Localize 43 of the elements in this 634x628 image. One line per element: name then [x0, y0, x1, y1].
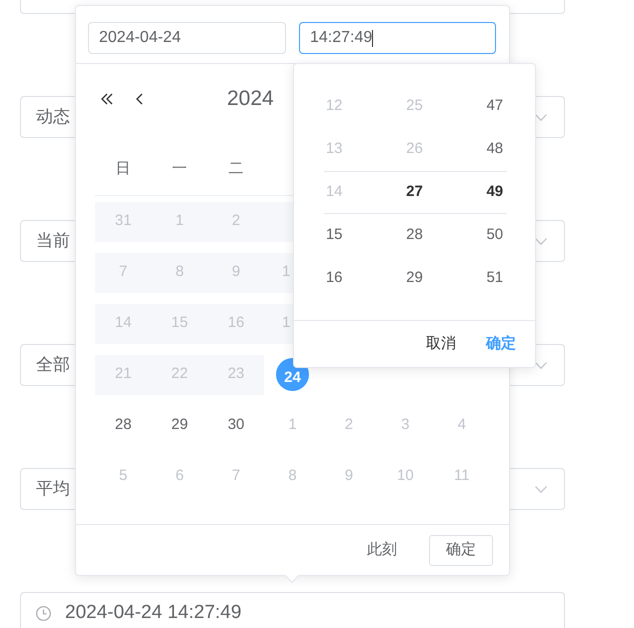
calendar-day[interactable]: 6	[175, 465, 184, 488]
calendar-day[interactable]: 9	[344, 465, 354, 488]
text-cursor	[372, 30, 374, 46]
time-option[interactable]: 28	[406, 224, 423, 247]
time-option[interactable]: 49	[486, 181, 504, 204]
calendar-day[interactable]: 5	[119, 465, 128, 488]
date-input[interactable]: 2024-04-24	[88, 22, 286, 54]
chevron-left-icon[interactable]	[136, 93, 143, 105]
time-input[interactable]: 14:27:49	[299, 22, 496, 54]
time-option[interactable]: 15	[326, 224, 342, 247]
confirm-button[interactable]: 确定	[482, 332, 520, 356]
calendar-title: 2024	[227, 86, 274, 112]
calendar-day[interactable]: 30	[228, 414, 244, 437]
datetime-field[interactable]: 2024-04-24 14:27:49	[20, 592, 565, 628]
calendar-day[interactable]: 3	[401, 414, 410, 437]
clock-icon	[36, 606, 51, 620]
calendar-day[interactable]: 7	[232, 465, 240, 488]
now-button[interactable]: 此刻	[355, 534, 409, 566]
chevron-down-icon	[535, 238, 547, 244]
calendar-day[interactable]: 11	[454, 465, 470, 488]
weekday-label: 一	[172, 158, 188, 179]
double-chevron-left-icon[interactable]	[101, 93, 113, 105]
time-option[interactable]: 16	[326, 267, 342, 290]
calendar-day[interactable]: 1	[288, 414, 297, 437]
time-option[interactable]: 47	[486, 95, 504, 118]
time-option[interactable]: 50	[486, 224, 504, 247]
weekday-label: 日	[116, 158, 131, 179]
calendar-day[interactable]: 8	[288, 465, 297, 488]
time-option[interactable]: 51	[486, 267, 504, 290]
cancel-button[interactable]: 取消	[422, 332, 460, 356]
calendar-day[interactable]: 10	[397, 465, 414, 488]
calendar-day[interactable]: 28	[114, 414, 132, 437]
time-option[interactable]: 48	[486, 138, 504, 161]
calendar-day[interactable]: 29	[171, 414, 188, 437]
time-option[interactable]: 29	[406, 267, 423, 290]
chevron-down-icon	[535, 486, 547, 492]
weekday-label: 二	[228, 158, 244, 179]
calendar-day[interactable]: 4	[458, 414, 466, 437]
chevron-down-icon	[535, 362, 547, 368]
calendar-day[interactable]: 2	[344, 414, 354, 437]
time-option[interactable]: 27	[406, 181, 423, 204]
chevron-down-icon	[535, 114, 547, 120]
confirm-button[interactable]: 确定	[429, 534, 493, 566]
